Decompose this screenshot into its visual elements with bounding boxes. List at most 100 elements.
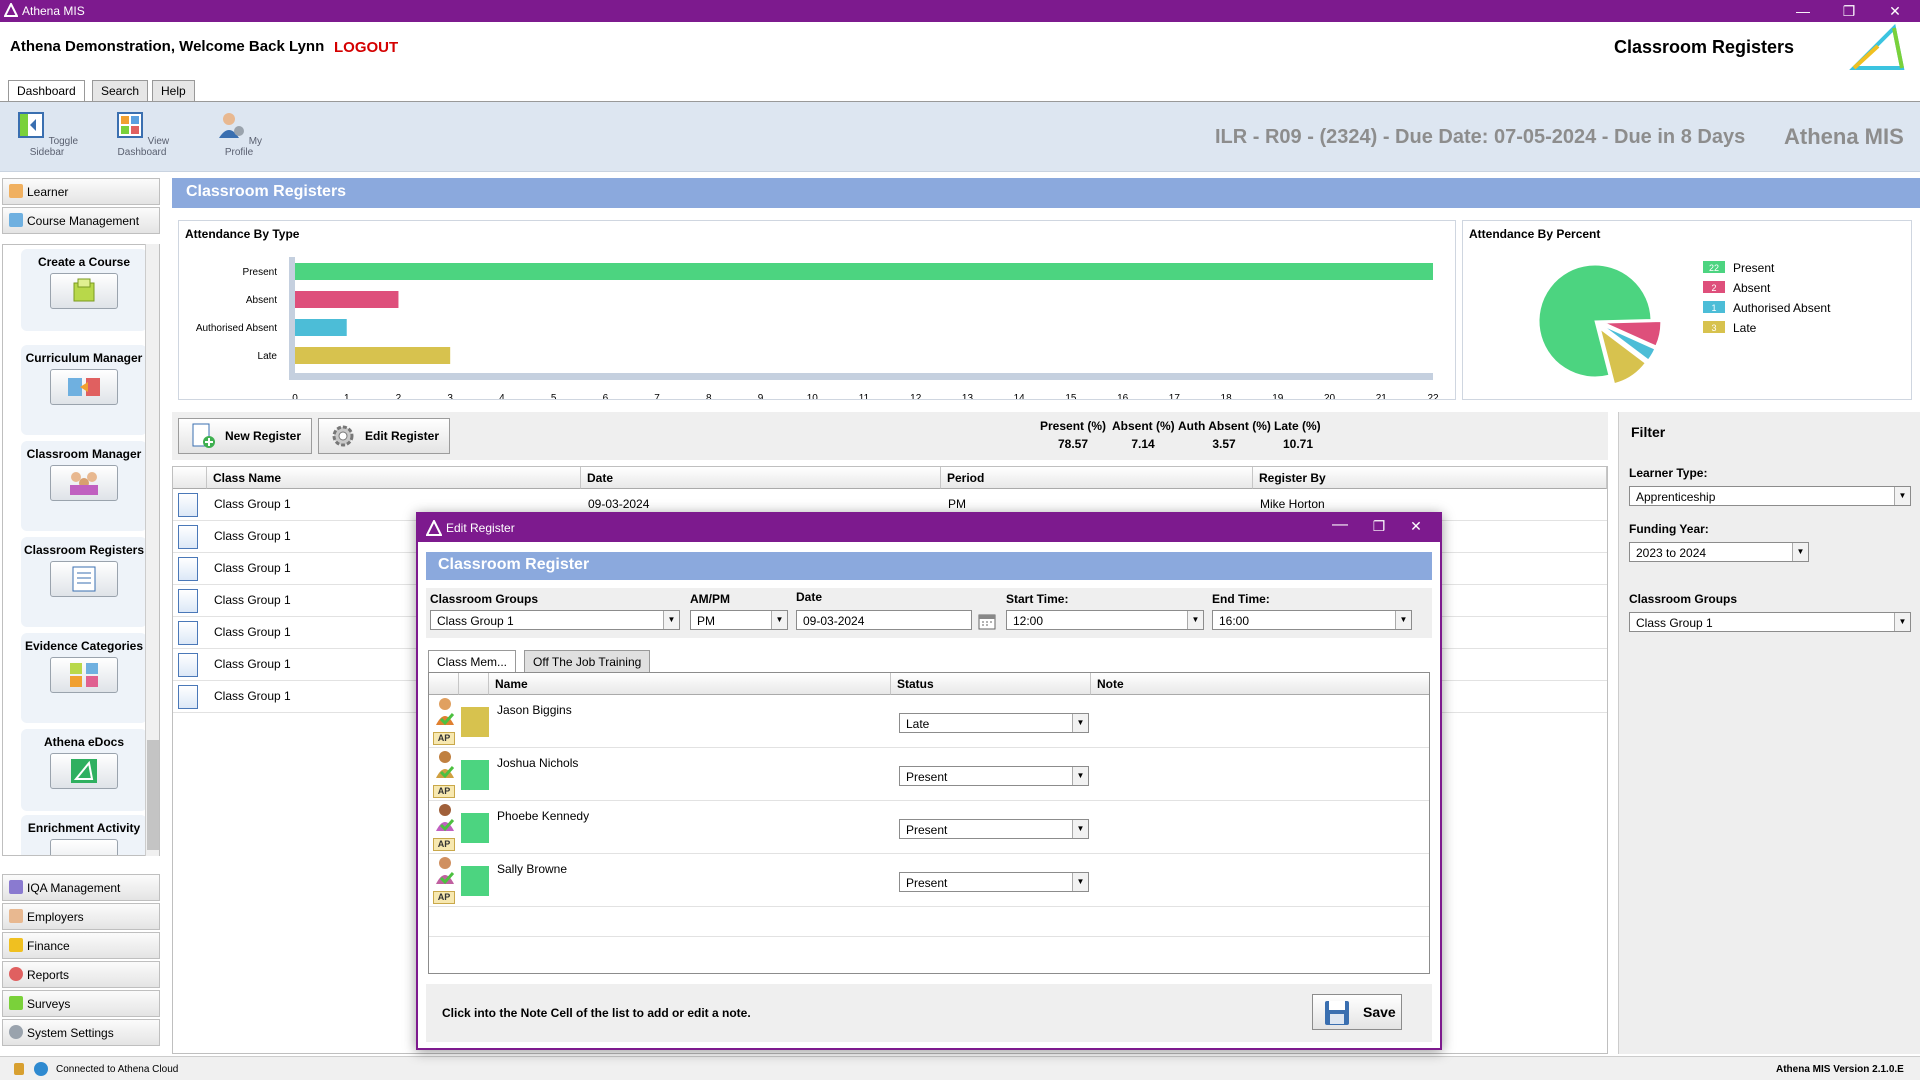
sidebar-card-curriculum-manager[interactable]: Curriculum Manager xyxy=(21,345,147,435)
person-present-icon xyxy=(436,857,455,885)
classroom-groups-select[interactable]: Class Group 1 ▼ xyxy=(1629,612,1911,632)
sidebar-card-classroom-manager[interactable]: Classroom Manager xyxy=(21,441,147,531)
sidebar-card-label: Classroom Registers xyxy=(23,543,145,557)
scrollbar-thumb[interactable] xyxy=(147,740,159,850)
dialog-close-button[interactable]: ✕ xyxy=(1398,518,1434,535)
chevron-down-icon: ▼ xyxy=(1792,543,1808,561)
dlg-classroom-groups-select[interactable]: Class Group 1 ▼ xyxy=(430,610,680,630)
member-status-select[interactable]: Late ▼ xyxy=(899,713,1089,733)
tab-dashboard[interactable]: Dashboard xyxy=(8,80,85,103)
save-button[interactable]: Save xyxy=(1312,994,1402,1030)
category-label: Absent xyxy=(246,295,277,306)
category-label: Late xyxy=(258,351,278,362)
member-status-select[interactable]: Present ▼ xyxy=(899,766,1089,786)
date-field[interactable]: 09-03-2024 xyxy=(796,610,972,630)
member-header-name[interactable]: Name xyxy=(489,673,891,695)
dialog-maximize-button[interactable]: ❐ xyxy=(1364,518,1394,535)
close-button[interactable]: ✕ xyxy=(1872,0,1918,22)
member-header-color xyxy=(459,673,489,695)
start-time-select[interactable]: 12:00 ▼ xyxy=(1006,610,1204,630)
grid-header-icon xyxy=(173,467,207,489)
tab-off-the-job-training[interactable]: Off The Job Training xyxy=(524,650,651,672)
grid-header-date[interactable]: Date xyxy=(581,467,941,489)
dialog-minimize-button[interactable]: — xyxy=(1318,516,1362,534)
window-title: Athena MIS xyxy=(22,4,85,18)
sidebar-card-enrichment-activity[interactable]: Enrichment Activity xyxy=(21,815,147,855)
document-icon xyxy=(178,589,198,613)
grid-header-register-by[interactable]: Register By xyxy=(1253,467,1607,489)
sidebar-item-finance[interactable]: Finance xyxy=(2,932,160,959)
sidebar-item-learner[interactable]: Learner xyxy=(2,178,160,205)
sidebar-item-label: IQA Management xyxy=(27,881,121,895)
member-status-select[interactable]: Present ▼ xyxy=(899,819,1089,839)
category-label: Present xyxy=(243,267,278,278)
sidebar-card-create-course[interactable]: Create a Course xyxy=(21,249,147,331)
edocs-icon xyxy=(50,753,118,789)
attendance-by-percent-panel: Attendance By Percent 22 Present 2 Absent 1 A… xyxy=(1462,220,1912,400)
cell-class-name: Class Group 1 xyxy=(214,657,291,671)
x-tick-label: 14 xyxy=(1014,393,1026,399)
chevron-down-icon: ▼ xyxy=(1187,611,1203,629)
sidebar-scrollbar[interactable] xyxy=(145,244,159,856)
globe-icon xyxy=(34,1062,48,1076)
member-status-value: Present xyxy=(906,823,948,837)
edit-register-dialog: Edit Register — ❐ ✕ Classroom Register C… xyxy=(416,512,1442,1050)
minimize-button[interactable]: — xyxy=(1780,0,1826,22)
end-time-value: 16:00 xyxy=(1219,614,1250,628)
ap-badge: AP xyxy=(433,785,455,798)
document-icon xyxy=(178,493,198,517)
member-name: Phoebe Kennedy xyxy=(497,809,590,823)
my-profile-button[interactable]: My Profile xyxy=(206,110,272,158)
view-dashboard-button[interactable]: View Dashboard xyxy=(102,110,182,158)
learner-type-select[interactable]: Apprenticeship ▼ xyxy=(1629,486,1911,506)
person-present-icon xyxy=(436,751,455,779)
document-icon xyxy=(178,557,198,581)
toggle-sidebar-button[interactable]: Toggle Sidebar xyxy=(10,110,84,158)
sidebar-item-label: System Settings xyxy=(27,1026,114,1040)
tab-class-members[interactable]: Class Mem... xyxy=(428,650,517,673)
sidebar-item-system-settings[interactable]: System Settings xyxy=(2,1019,160,1046)
calendar-icon[interactable] xyxy=(978,612,996,630)
finance-icon xyxy=(9,938,23,952)
sidebar-card-classroom-registers[interactable]: Classroom Registers xyxy=(21,537,147,627)
cell-period: PM xyxy=(948,497,966,511)
chevron-down-icon: ▼ xyxy=(663,611,679,629)
sidebar-card-label: Athena eDocs xyxy=(43,735,125,749)
logout-link[interactable]: LOGOUT xyxy=(334,39,398,56)
sidebar-item-employers[interactable]: Employers xyxy=(2,903,160,930)
sidebar-item-iqa-management[interactable]: IQA Management xyxy=(2,874,160,901)
gear-icon xyxy=(332,425,354,447)
tab-search[interactable]: Search xyxy=(92,80,149,102)
grid-header-class-name[interactable]: Class Name xyxy=(207,467,581,489)
funding-year-label: Funding Year: xyxy=(1629,522,1709,536)
tab-help[interactable]: Help xyxy=(152,80,195,102)
toggle-sidebar-icon xyxy=(17,112,44,138)
chevron-down-icon: ▼ xyxy=(1072,873,1088,891)
learner-type-label: Learner Type: xyxy=(1629,466,1708,480)
sidebar-item-reports[interactable]: Reports xyxy=(2,961,160,988)
athena-logo-icon xyxy=(1849,24,1905,70)
sidebar-card-evidence-categories[interactable]: Evidence Categories xyxy=(21,633,147,723)
edit-register-button[interactable]: Edit Register xyxy=(318,418,450,454)
x-tick-label: 18 xyxy=(1221,393,1233,399)
member-row[interactable]: AP Phoebe Kennedy Present ▼ xyxy=(429,801,1429,854)
grid-header-period[interactable]: Period xyxy=(941,467,1253,489)
sidebar-item-course-management[interactable]: Course Management xyxy=(2,207,160,234)
funding-year-select[interactable]: 2023 to 2024 ▼ xyxy=(1629,542,1809,562)
member-name: Jason Biggins xyxy=(497,703,572,717)
restore-button[interactable]: ❐ xyxy=(1826,0,1872,22)
legend-count: 22 xyxy=(1709,263,1719,273)
member-status-select[interactable]: Present ▼ xyxy=(899,872,1089,892)
class-members-grid: Name Status Note AP Jason Biggins Late ▼… xyxy=(428,672,1430,974)
ampm-select[interactable]: PM ▼ xyxy=(690,610,788,630)
member-row[interactable]: AP Joshua Nichols Present ▼ xyxy=(429,748,1429,801)
member-row[interactable]: AP Jason Biggins Late ▼ xyxy=(429,695,1429,748)
member-header-status[interactable]: Status xyxy=(891,673,1091,695)
new-register-button[interactable]: New Register xyxy=(178,418,312,454)
member-header-note[interactable]: Note xyxy=(1091,673,1429,695)
end-time-select[interactable]: 16:00 ▼ xyxy=(1212,610,1412,630)
sidebar-card-athena-edocs[interactable]: Athena eDocs xyxy=(21,729,147,811)
member-row[interactable]: AP Sally Browne Present ▼ xyxy=(429,854,1429,907)
stat-late-value: 10.71 xyxy=(1282,437,1314,451)
sidebar-item-surveys[interactable]: Surveys xyxy=(2,990,160,1017)
